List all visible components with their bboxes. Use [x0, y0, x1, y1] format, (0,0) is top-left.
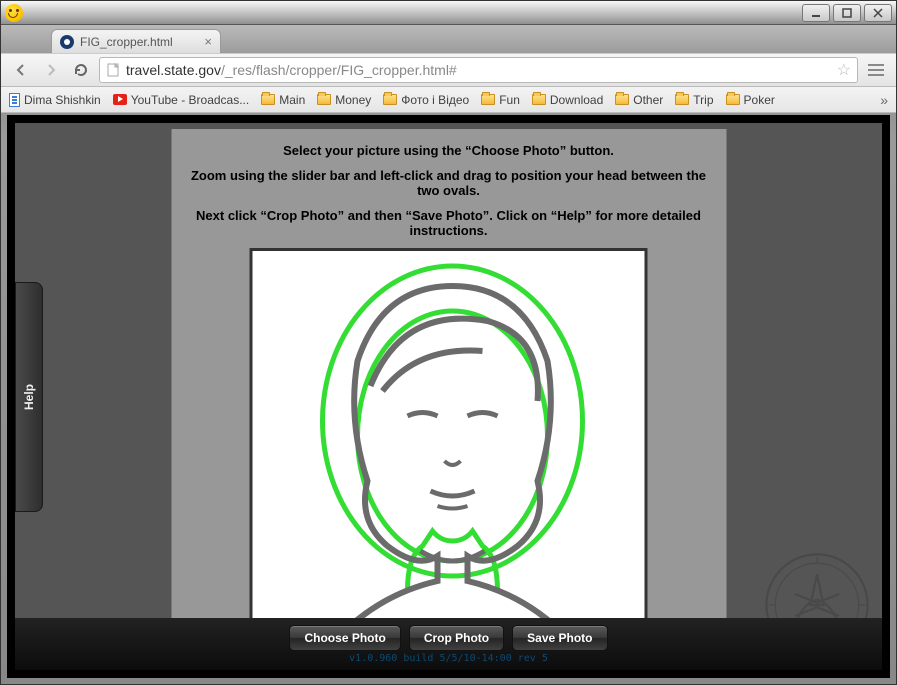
- instruction-line-1: Select your picture using the “Choose Ph…: [181, 143, 716, 158]
- bookmark-label: Other: [633, 93, 663, 107]
- window-frame: FIG_cropper.html × travel.state.gov/_res…: [0, 0, 897, 685]
- build-info: v1.0.960 build 5/5/10-14:00 rev 5: [349, 653, 548, 664]
- bookmark-item[interactable]: Poker: [726, 93, 775, 107]
- close-button[interactable]: [864, 4, 892, 22]
- tab-title: FIG_cropper.html: [80, 35, 173, 49]
- browser-toolbar: travel.state.gov/_res/flash/cropper/FIG_…: [1, 53, 896, 87]
- bookmark-label: Fun: [499, 93, 520, 107]
- help-pullout-tab[interactable]: Help: [15, 282, 43, 512]
- bookmark-label: Dima Shishkin: [24, 93, 101, 107]
- bookmarks-bar: Dima Shishkin YouTube - Broadcas... Main…: [1, 87, 896, 113]
- bookmark-item[interactable]: Download: [532, 93, 603, 107]
- instruction-line-3: Next click “Crop Photo” and then “Save P…: [181, 208, 716, 238]
- maximize-button[interactable]: [833, 4, 861, 22]
- back-button[interactable]: [9, 58, 33, 82]
- bookmark-label: Download: [550, 93, 603, 107]
- bookmark-item[interactable]: Other: [615, 93, 663, 107]
- minimize-button[interactable]: [802, 4, 830, 22]
- bookmark-label: Money: [335, 93, 371, 107]
- help-tab-label: Help: [22, 383, 36, 409]
- forward-button[interactable]: [39, 58, 63, 82]
- crop-frame[interactable]: [250, 248, 648, 646]
- choose-photo-button[interactable]: Choose Photo: [289, 625, 400, 651]
- folder-icon: [261, 94, 275, 105]
- youtube-icon: [113, 94, 127, 105]
- folder-icon: [532, 94, 546, 105]
- bookmark-item[interactable]: YouTube - Broadcas...: [113, 93, 250, 107]
- tab-close-icon[interactable]: ×: [204, 34, 212, 49]
- crop-photo-button[interactable]: Crop Photo: [409, 625, 504, 651]
- bookmark-star-icon[interactable]: ☆: [837, 60, 851, 80]
- url-bar[interactable]: travel.state.gov/_res/flash/cropper/FIG_…: [99, 57, 858, 83]
- instruction-line-2: Zoom using the slider bar and left-click…: [181, 168, 716, 198]
- bookmark-label: YouTube - Broadcas...: [131, 93, 250, 107]
- url-text: travel.state.gov/_res/flash/cropper/FIG_…: [126, 62, 831, 78]
- folder-icon: [481, 94, 495, 105]
- bookmark-item[interactable]: Main: [261, 93, 305, 107]
- content-area: Help Select your picture using the “Choo…: [7, 115, 890, 678]
- flash-stage: Help Select your picture using the “Choo…: [15, 123, 882, 670]
- page-icon: [106, 63, 120, 77]
- bookmarks-overflow-icon[interactable]: »: [880, 92, 888, 108]
- folder-icon: [726, 94, 740, 105]
- bookmark-label: Main: [279, 93, 305, 107]
- browser-tab[interactable]: FIG_cropper.html ×: [51, 29, 221, 53]
- folder-icon: [615, 94, 629, 105]
- bookmark-item[interactable]: Trip: [675, 93, 713, 107]
- bookmark-item[interactable]: Фото і Відео: [383, 93, 469, 107]
- folder-icon: [675, 94, 689, 105]
- save-photo-button[interactable]: Save Photo: [512, 625, 607, 651]
- bookmark-label: Фото і Відео: [401, 93, 469, 107]
- bookmark-label: Trip: [693, 93, 713, 107]
- bottom-action-bar: Choose Photo Crop Photo Save Photo v1.0.…: [15, 618, 882, 670]
- bookmark-label: Poker: [744, 93, 775, 107]
- smiley-icon: [5, 4, 23, 22]
- cropper-panel: Select your picture using the “Choose Ph…: [171, 129, 726, 619]
- titlebar: [1, 1, 896, 25]
- reload-button[interactable]: [69, 58, 93, 82]
- crop-guide-illustration: [253, 251, 648, 646]
- favicon-seal-icon: [60, 35, 74, 49]
- bookmark-item[interactable]: Dima Shishkin: [9, 93, 101, 107]
- doc-icon: [9, 93, 20, 107]
- menu-button[interactable]: [864, 64, 888, 76]
- folder-icon: [317, 94, 331, 105]
- folder-icon: [383, 94, 397, 105]
- window-controls: [802, 4, 892, 22]
- tab-strip: FIG_cropper.html ×: [1, 25, 896, 53]
- bookmark-item[interactable]: Money: [317, 93, 371, 107]
- bookmark-item[interactable]: Fun: [481, 93, 520, 107]
